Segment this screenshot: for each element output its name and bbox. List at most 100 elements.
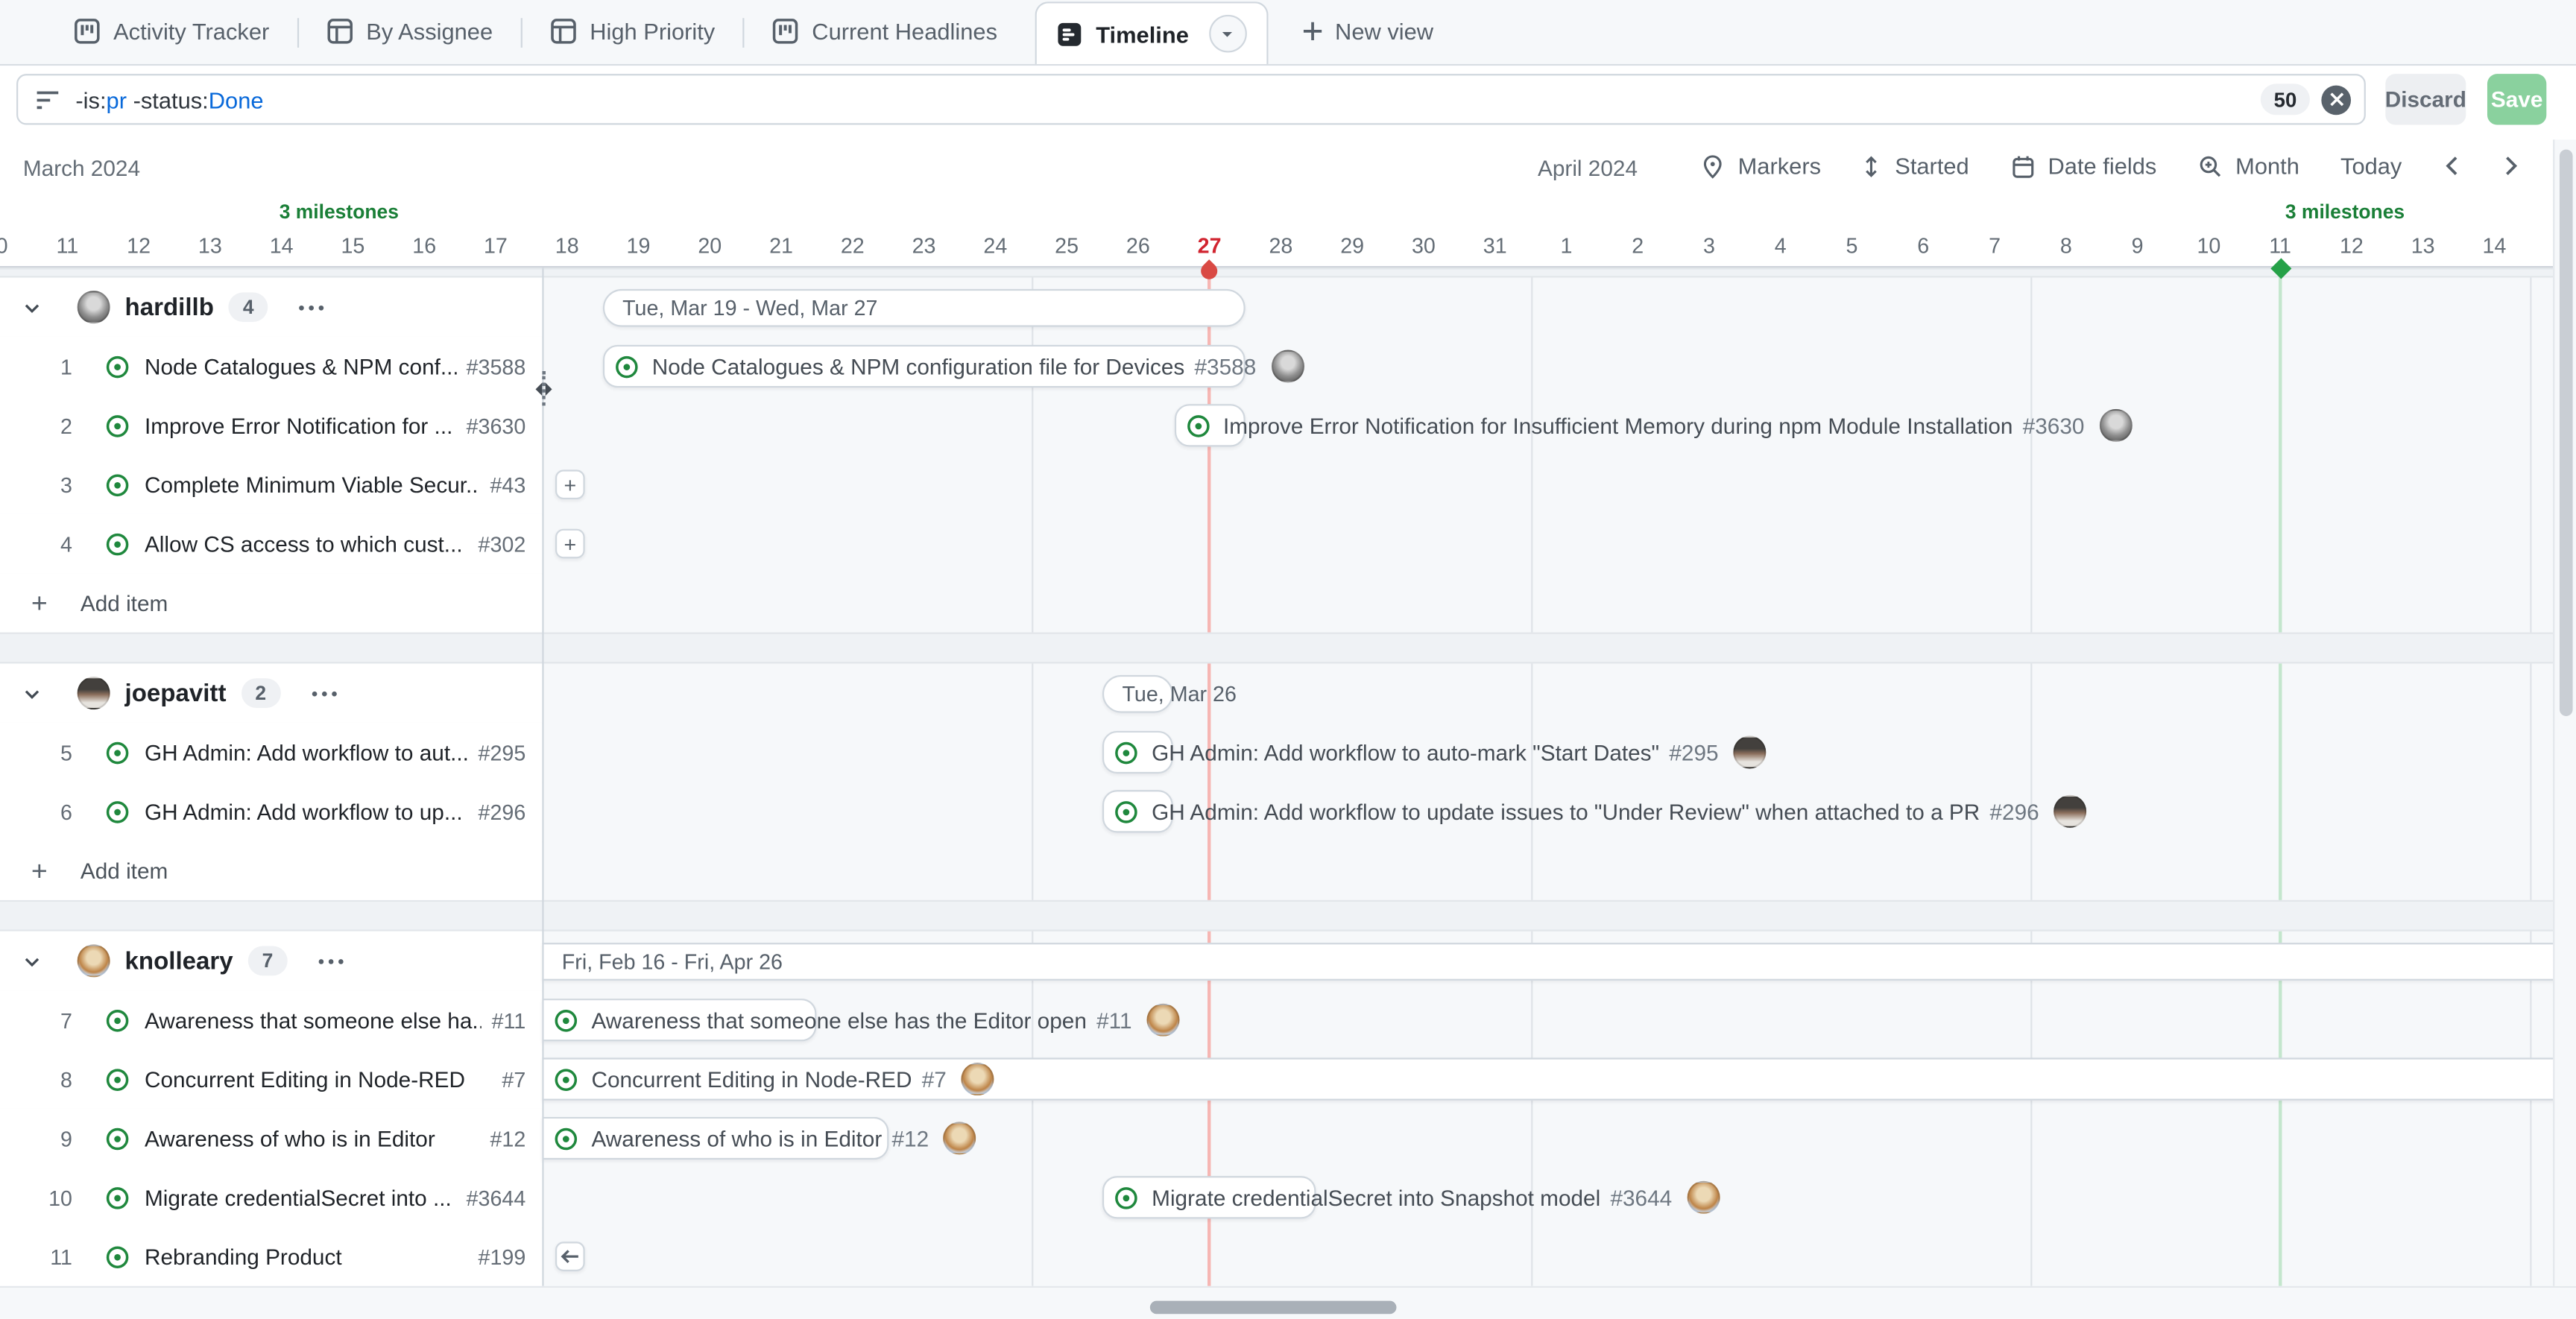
- vertical-scrollbar-thumb[interactable]: [2560, 150, 2573, 716]
- day-label: 11: [34, 233, 100, 258]
- tab-by-assignee[interactable]: By Assignee: [299, 0, 521, 64]
- open-issue-icon: [105, 354, 130, 379]
- table-row[interactable]: 11Rebranding Product#199: [0, 1227, 542, 1285]
- day-label: 14: [2461, 233, 2527, 258]
- day-label: 15: [320, 233, 385, 258]
- day-label: 20: [677, 233, 742, 258]
- issue-number: #43: [490, 472, 525, 497]
- day-label: 7: [1962, 233, 2027, 258]
- tab-high-priority[interactable]: High Priority: [523, 0, 743, 64]
- timeline-bar[interactable]: [1102, 790, 1174, 832]
- markers-button[interactable]: Markers: [1700, 153, 1821, 179]
- issue-number: #302: [479, 531, 526, 556]
- open-issue-icon: [105, 472, 130, 497]
- timeline-bar[interactable]: [603, 345, 1246, 388]
- filter-icon: [34, 86, 60, 113]
- timeline-bar[interactable]: [542, 1117, 888, 1160]
- tab-activity-tracker[interactable]: Activity Tracker: [46, 0, 297, 64]
- day-label: 6: [1890, 233, 1956, 258]
- new-view-button[interactable]: New view: [1278, 0, 1456, 64]
- bar-issue-title: GH Admin: Add workflow to auto-mark "Sta…: [1152, 740, 1659, 765]
- clear-filter-button[interactable]: [2321, 85, 2351, 115]
- milestones-label-march[interactable]: 3 milestones: [280, 200, 399, 224]
- scroll-to-bar-left-button[interactable]: [555, 1241, 585, 1271]
- table-row[interactable]: 5GH Admin: Add workflow to aut...#295: [0, 723, 542, 782]
- tab-current-headlines[interactable]: Current Headlines: [745, 0, 1026, 64]
- table-row[interactable]: 10Migrate credentialSecret into ...#3644: [0, 1168, 542, 1227]
- assignee-avatar: [1733, 736, 1766, 768]
- tab-options-button[interactable]: [1208, 15, 1246, 53]
- date-fields-button[interactable]: Date fields: [2010, 153, 2157, 179]
- timeline-bar[interactable]: [1102, 731, 1174, 774]
- horizontal-scrollbar-thumb[interactable]: [1150, 1301, 1397, 1315]
- day-label: 2: [1605, 233, 1670, 258]
- row-number: 3: [0, 472, 72, 497]
- horizontal-scrollbar: [0, 1286, 2576, 1319]
- day-label: 14: [249, 233, 315, 258]
- open-issue-icon: [105, 1244, 130, 1269]
- day-label: 29: [1319, 233, 1385, 258]
- save-button[interactable]: Save: [2487, 74, 2546, 124]
- group-header-knolleary[interactable]: knolleary7: [0, 931, 542, 990]
- add-item-button[interactable]: +Add item: [0, 573, 542, 632]
- chevron-down-icon[interactable]: [22, 683, 43, 704]
- table-row[interactable]: 7Awareness that someone else ha...#11: [0, 990, 542, 1049]
- group-menu-button[interactable]: [312, 691, 336, 696]
- table-row[interactable]: 9Awareness of who is in Editor#12: [0, 1109, 542, 1168]
- group-date-range-label: Tue, Mar 26: [1122, 682, 1236, 706]
- table-row[interactable]: 3Complete Minimum Viable Secur...#43: [0, 455, 542, 514]
- bar-issue-number: #12: [891, 1126, 929, 1151]
- timeline-bar[interactable]: [542, 999, 817, 1041]
- table-row[interactable]: 1Node Catalogues & NPM conf...#3588: [0, 337, 542, 396]
- table-row[interactable]: 8Concurrent Editing in Node-RED#7: [0, 1049, 542, 1108]
- sidebar-border: [542, 268, 543, 1286]
- group-date-range[interactable]: [542, 943, 2553, 981]
- sort-button[interactable]: Started: [1862, 153, 1969, 179]
- day-label: 28: [1248, 233, 1313, 258]
- group-header-hardillb[interactable]: hardillb4: [0, 277, 542, 336]
- group-date-range-label: Tue, Mar 19 - Wed, Mar 27: [622, 296, 877, 320]
- day-label: 25: [1034, 233, 1099, 258]
- timeline-bar[interactable]: [1102, 1176, 1316, 1218]
- month-label-march: March 2024: [23, 156, 140, 180]
- day-label: 12: [2319, 233, 2384, 258]
- bar-issue-number: #295: [1669, 740, 1718, 765]
- table-row[interactable]: 4Allow CS access to which cust...#302: [0, 514, 542, 573]
- milestones-label-april[interactable]: 3 milestones: [2285, 200, 2405, 224]
- add-item-label: Add item: [80, 590, 168, 615]
- row-number: 4: [0, 531, 72, 556]
- row-number: 9: [0, 1126, 72, 1151]
- today-button[interactable]: Today: [2340, 153, 2402, 179]
- timeline-bar[interactable]: [542, 1057, 2553, 1100]
- assignee-avatar: [944, 1122, 976, 1154]
- assignee-avatar: [1687, 1181, 1720, 1214]
- filter-input[interactable]: -is:pr -status:Done 50: [16, 74, 2366, 124]
- group-menu-button[interactable]: [300, 305, 324, 310]
- day-label: 9: [2105, 233, 2171, 258]
- row-number: 6: [0, 799, 72, 823]
- project-icon: [772, 18, 798, 44]
- issue-number: #199: [479, 1244, 526, 1269]
- open-issue-icon: [105, 799, 130, 823]
- issue-title: Rebranding Product: [145, 1244, 468, 1269]
- add-date-button[interactable]: +: [555, 529, 585, 559]
- table-row[interactable]: 6GH Admin: Add workflow to up...#296: [0, 782, 542, 841]
- tab-timeline[interactable]: Timeline: [1035, 1, 1268, 64]
- bar-issue-number: #3644: [1610, 1185, 1672, 1209]
- discard-button[interactable]: Discard: [2385, 74, 2466, 124]
- group-menu-button[interactable]: [318, 958, 343, 964]
- zoom-level-button[interactable]: Month: [2197, 153, 2299, 179]
- group-header-joepavitt[interactable]: joepavitt2: [0, 663, 542, 722]
- day-label: 3: [1676, 233, 1742, 258]
- add-item-button[interactable]: +Add item: [0, 841, 542, 899]
- scroll-left-button[interactable]: [2443, 154, 2460, 177]
- open-issue-icon: [105, 740, 130, 765]
- scroll-right-button[interactable]: [2502, 154, 2520, 177]
- table-row[interactable]: 2Improve Error Notification for ...#3630: [0, 396, 542, 455]
- chevron-down-icon[interactable]: [22, 297, 43, 318]
- column-resize-handle[interactable]: [529, 371, 559, 405]
- chevron-down-icon[interactable]: [22, 950, 43, 972]
- add-date-button[interactable]: +: [555, 469, 585, 499]
- issue-title: Awareness that someone else ha...: [145, 1008, 482, 1032]
- timeline-bar[interactable]: [1174, 404, 1246, 446]
